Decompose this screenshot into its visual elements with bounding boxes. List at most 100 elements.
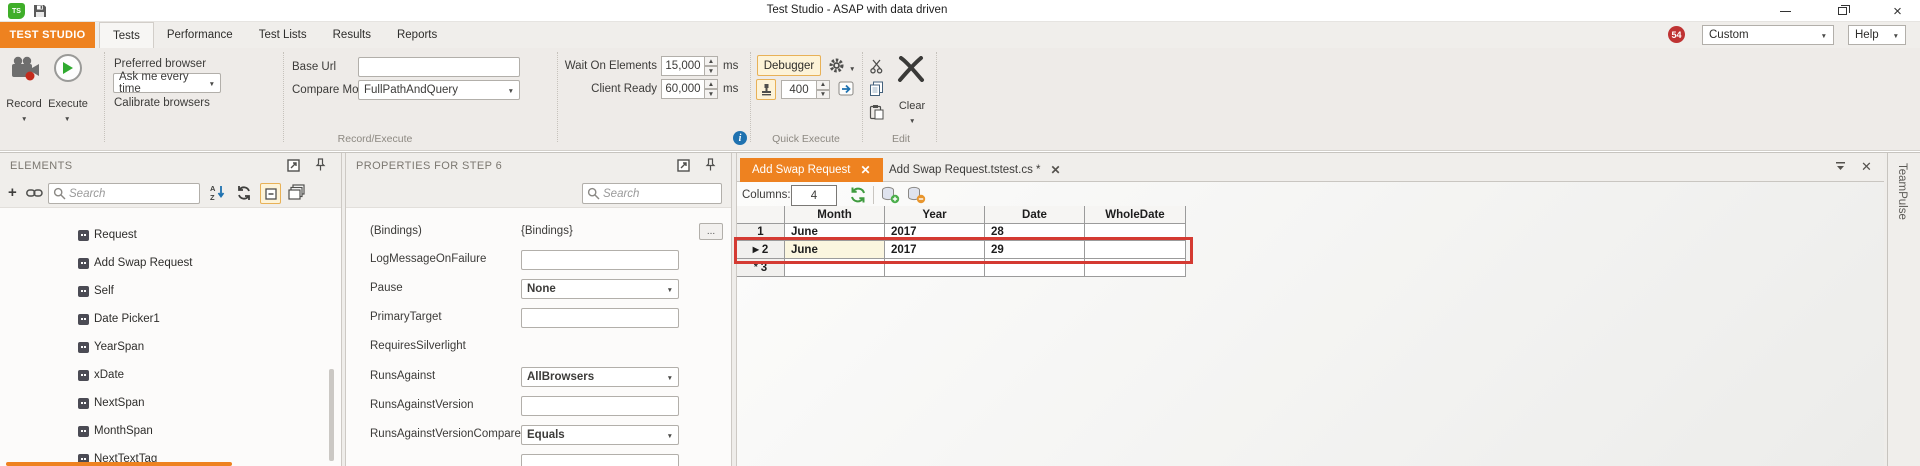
prop-select-runsagainstversioncompare[interactable]: Equals — [521, 425, 679, 445]
teampulse-tab[interactable]: TeamPulse — [1896, 163, 1908, 220]
collapse-all-toggle[interactable] — [260, 183, 281, 204]
debugger-options-dropdown-icon[interactable] — [849, 62, 855, 74]
paste-icon[interactable] — [869, 104, 884, 120]
debugger-button[interactable]: Debugger — [757, 55, 821, 76]
tab-results[interactable]: Results — [320, 22, 384, 48]
prop-select-runsagainst[interactable]: AllBrowsers — [521, 367, 679, 387]
grid-cell[interactable] — [985, 259, 1085, 277]
grid-header-year[interactable]: Year — [885, 206, 985, 224]
base-url-input[interactable] — [358, 57, 520, 77]
preferred-browser-select[interactable]: Ask me every time — [113, 73, 221, 93]
tab-list-icon[interactable] — [1835, 162, 1846, 171]
record-dropdown-icon[interactable] — [21, 112, 27, 124]
remove-data-column-icon[interactable] — [907, 186, 926, 204]
prop-input-runsagainstversion[interactable] — [521, 396, 679, 416]
grid-cell[interactable] — [1085, 224, 1186, 241]
prop-input-primarytarget[interactable] — [521, 308, 679, 328]
doc-tab-add-swap-request[interactable]: Add Swap Request ✕ — [740, 158, 883, 182]
refresh-icon[interactable] — [236, 185, 252, 201]
doc-tab-add-swap-request-cs[interactable]: Add Swap Request.tstest.cs * ✕ — [877, 158, 1073, 182]
element-item-self[interactable]: Self — [0, 279, 328, 303]
tab-tests[interactable]: Tests — [99, 22, 154, 48]
element-item-date-picker1[interactable]: Date Picker1 — [0, 307, 328, 331]
close-tab-icon[interactable]: ✕ — [860, 164, 870, 176]
execute-icon[interactable] — [54, 54, 82, 82]
grid-cell[interactable]: 29 — [985, 241, 1085, 259]
element-item-request[interactable]: Request — [0, 223, 328, 247]
float-panel-icon[interactable] — [677, 159, 690, 172]
grid-cell[interactable] — [785, 259, 885, 277]
link-icon[interactable] — [26, 188, 43, 198]
tab-reports[interactable]: Reports — [384, 22, 450, 48]
elements-horizontal-scrollbar[interactable] — [6, 462, 232, 466]
properties-search-input[interactable] — [603, 184, 719, 203]
grid-cell[interactable] — [1085, 241, 1186, 259]
spin-down-icon[interactable] — [704, 66, 718, 76]
grid-header-date[interactable]: Date — [985, 206, 1085, 224]
run-to-here-icon[interactable] — [838, 81, 855, 97]
grid-cell[interactable]: June — [785, 241, 885, 259]
spin-down-icon[interactable] — [704, 89, 718, 99]
clear-button[interactable]: Clear — [890, 100, 934, 112]
spin-up-icon[interactable] — [704, 56, 718, 66]
grid-rownum[interactable]: 1 — [737, 224, 785, 241]
client-ready-input[interactable]: 60,000 — [661, 79, 705, 99]
element-item-add-swap-request[interactable]: Add Swap Request — [0, 251, 328, 275]
record-icon[interactable] — [10, 56, 40, 82]
grid-cell[interactable]: 2017 — [885, 224, 985, 241]
grid-cell[interactable]: 28 — [985, 224, 1085, 241]
wait-on-elements-stepper[interactable] — [704, 56, 718, 76]
gear-icon[interactable] — [828, 57, 845, 74]
grid-rownum-current[interactable]: ▶2 — [737, 241, 785, 259]
columns-count-input[interactable]: 4 — [791, 185, 837, 206]
cut-icon[interactable] — [869, 59, 884, 74]
compare-mode-select[interactable]: FullPathAndQuery — [358, 80, 520, 100]
grid-cell[interactable] — [885, 259, 985, 277]
execute-button[interactable]: Execute — [46, 98, 90, 110]
copy-icon[interactable] — [869, 81, 884, 97]
close-tab-icon[interactable]: ✕ — [1051, 164, 1061, 176]
element-item-nextspan[interactable]: NextSpan — [0, 391, 328, 415]
spin-down-icon[interactable] — [816, 90, 830, 100]
clear-dropdown-icon[interactable] — [909, 114, 915, 126]
help-button[interactable]: Help — [1848, 25, 1906, 45]
grid-header-month[interactable]: Month — [785, 206, 885, 224]
cascade-windows-icon[interactable] — [288, 184, 305, 200]
grid-cell[interactable]: June — [785, 224, 885, 241]
execute-dropdown-icon[interactable] — [64, 112, 70, 124]
annotation-speed-stepper[interactable] — [816, 80, 830, 99]
record-button[interactable]: Record — [0, 98, 48, 110]
clear-icon[interactable] — [897, 56, 925, 82]
float-panel-icon[interactable] — [287, 159, 300, 172]
prop-input-logmessageonfailure[interactable] — [521, 250, 679, 270]
prop-input-partial[interactable] — [521, 454, 679, 466]
elements-vertical-scrollbar[interactable] — [329, 369, 334, 461]
grid-rownum-new[interactable]: *3 — [737, 259, 785, 277]
info-icon[interactable]: i — [733, 131, 747, 145]
add-element-icon[interactable]: + — [8, 185, 17, 200]
spin-up-icon[interactable] — [816, 80, 830, 90]
notification-badge[interactable]: 54 — [1668, 26, 1685, 43]
restore-button[interactable] — [1820, 0, 1865, 22]
annotate-toggle[interactable] — [756, 79, 776, 100]
minimize-button[interactable] — [1763, 0, 1808, 22]
apply-columns-icon[interactable] — [849, 187, 867, 203]
elements-search-input[interactable] — [69, 184, 197, 203]
grid-header-wholedate[interactable]: WholeDate — [1085, 206, 1186, 224]
prop-select-pause[interactable]: None — [521, 279, 679, 299]
close-document-icon[interactable]: ✕ — [1861, 159, 1872, 175]
client-ready-stepper[interactable] — [704, 79, 718, 99]
pin-icon[interactable] — [315, 158, 326, 172]
grid-cell[interactable] — [1085, 259, 1186, 277]
annotation-speed-input[interactable]: 400 — [781, 80, 817, 99]
calibrate-browsers-link[interactable]: Calibrate browsers — [114, 97, 210, 109]
element-item-yearspan[interactable]: YearSpan — [0, 335, 328, 359]
element-item-monthspan[interactable]: MonthSpan — [0, 419, 328, 443]
pin-icon[interactable] — [705, 158, 716, 172]
spin-up-icon[interactable] — [704, 79, 718, 89]
tab-performance[interactable]: Performance — [154, 22, 246, 48]
add-data-column-icon[interactable] — [881, 186, 900, 204]
close-button[interactable] — [1875, 0, 1920, 22]
grid-cell[interactable]: 2017 — [885, 241, 985, 259]
element-item-xdate[interactable]: xDate — [0, 363, 328, 387]
